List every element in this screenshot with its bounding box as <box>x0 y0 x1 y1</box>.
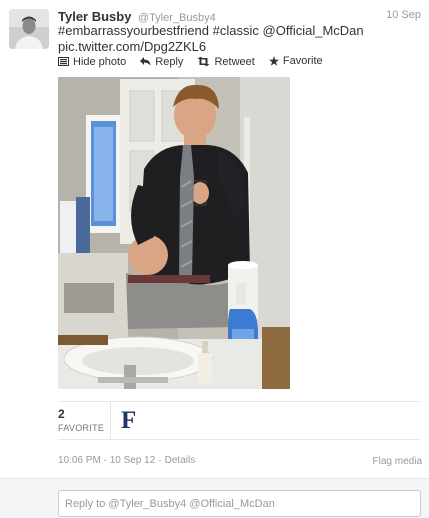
tweet: Tyler Busby @Tyler_Busby4 10 Sep #embarr… <box>0 0 429 518</box>
hashtag-link[interactable]: #classic <box>213 23 259 38</box>
retweet-icon <box>197 57 210 66</box>
hide-photo-button[interactable]: Hide photo <box>58 56 126 68</box>
tweet-footer: 10:06 PM - 10 Sep 12 · Details Flag media <box>58 455 422 469</box>
reply-button[interactable]: Reply <box>140 56 183 68</box>
tweet-text: #embarrassyourbestfriend #classic @Offic… <box>58 23 418 55</box>
tweet-photo[interactable] <box>58 77 290 389</box>
user-fullname[interactable]: Tyler Busby <box>58 9 131 24</box>
reply-arrow-icon <box>140 57 151 66</box>
footer-separator: · <box>158 455 162 466</box>
mention-link[interactable]: @Official_McDan <box>263 23 364 38</box>
reply-area <box>0 478 429 518</box>
tweet-actions: Hide photo Reply Retweet Favorite <box>58 55 334 69</box>
favorites-count[interactable]: 2 <box>58 407 65 421</box>
divider <box>58 439 421 440</box>
hashtag-link[interactable]: #embarrassyourbestfriend <box>58 23 209 38</box>
favoriter-avatar[interactable]: F <box>121 408 141 434</box>
hide-photo-label: Hide photo <box>73 55 127 68</box>
reply-input[interactable] <box>58 490 421 517</box>
user-avatar[interactable] <box>9 9 49 49</box>
favorites-label: FAVORITE <box>58 423 105 433</box>
tweet-timestamp[interactable]: 10 Sep <box>386 9 421 21</box>
flag-media-link[interactable]: Flag media <box>373 456 422 467</box>
stats-separator <box>110 401 111 439</box>
photo-icon <box>58 57 69 66</box>
retweet-label: Retweet <box>214 55 255 68</box>
reply-label: Reply <box>155 55 184 68</box>
selfie-photo-image <box>58 77 290 389</box>
tweet-stats: 2 FAVORITE F <box>58 401 418 439</box>
media-link[interactable]: pic.twitter.com/Dpg2ZKL6 <box>58 39 206 54</box>
details-link[interactable]: Details <box>165 455 196 466</box>
favorite-label: Favorite <box>282 55 323 67</box>
retweet-button[interactable]: Retweet <box>197 55 255 68</box>
tweet-header: Tyler Busby @Tyler_Busby4 10 Sep <box>58 8 421 24</box>
star-icon <box>268 56 279 66</box>
favorite-button[interactable]: Favorite <box>268 55 323 67</box>
tweet-datetime: 10:06 PM - 10 Sep 12 <box>58 455 156 466</box>
avatar-image <box>9 9 49 49</box>
